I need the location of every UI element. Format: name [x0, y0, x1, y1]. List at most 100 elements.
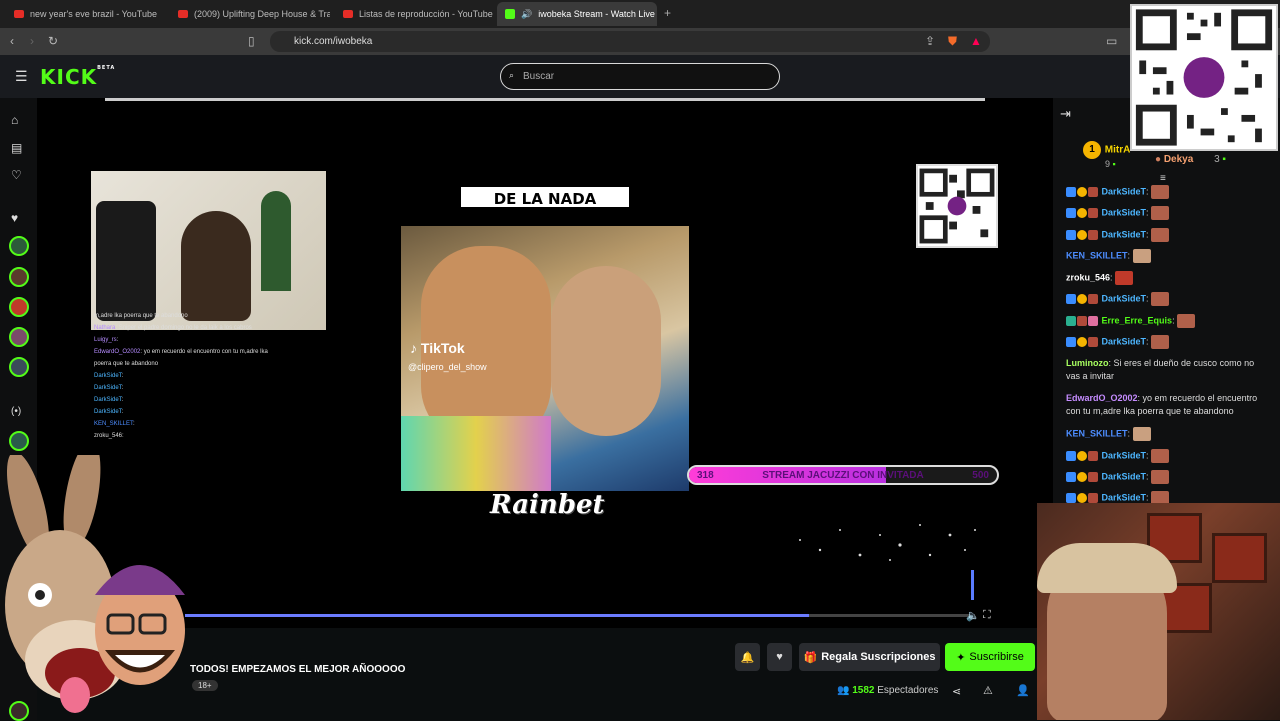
tab-youtube-1[interactable]: new year's eve brazil - YouTube — [6, 2, 166, 26]
rank-one-icon: 1 — [1083, 141, 1101, 159]
age-tag[interactable]: 18+ — [192, 680, 218, 691]
live-radio-icon[interactable]: (•) — [11, 406, 21, 417]
emote-icon — [1151, 470, 1170, 484]
reload-icon[interactable]: ↻ — [48, 34, 58, 48]
overlay-chat-line: m,adre lka poerra que te abandono — [94, 313, 188, 319]
mod-badge-icon — [1066, 451, 1076, 461]
follow-button[interactable]: ♥ — [767, 643, 792, 671]
leader-name: MitrA — [1104, 144, 1131, 156]
channel-avatar[interactable] — [9, 431, 29, 451]
search-input[interactable]: ⌕ Buscar — [500, 63, 780, 90]
sub-badge-icon — [1077, 472, 1087, 482]
overlay-chat: m,adre lka poerra que te abandono Nathar… — [94, 310, 274, 442]
mod-badge-icon — [1066, 337, 1076, 347]
streamer-figure — [181, 211, 251, 321]
tiktok-clip — [401, 226, 689, 491]
tab-kick-active[interactable]: 🔊 iwobeka Stream - Watch Live ✕ — [497, 2, 657, 26]
subscribe-button[interactable]: ✦ Suscribirse — [945, 643, 1035, 671]
tiktok-watermark: ♪ TikTok — [410, 340, 465, 356]
forward-icon[interactable]: › — [30, 34, 34, 48]
gift-subscriptions-button[interactable]: 🎁 Regala Suscripciones — [799, 643, 940, 671]
speaker-icon: 🔊 — [521, 8, 533, 19]
gift-icon: ▪ — [1112, 159, 1116, 169]
yape-qr-code — [916, 164, 998, 248]
fullscreen-icon[interactable]: ⛶ — [983, 609, 991, 622]
leaderboard-second: ● Dekya 3 ▪ — [1155, 154, 1226, 165]
gifter-badge-icon — [1088, 230, 1098, 240]
playback-progress-fill — [185, 614, 810, 617]
gift-icon: ▪ — [1222, 154, 1226, 165]
overlay-chat-line: Nathara: Sniper el padre domingo no le d… — [94, 325, 252, 331]
brave-shield-icon[interactable]: ⛊ — [948, 34, 957, 49]
rewards-icon[interactable]: ▲ — [970, 34, 982, 48]
stream-headline: DE LA NADA ZUMBA — [459, 185, 631, 232]
bell-icon: 🔔 — [740, 651, 755, 664]
hamburger-menu-icon[interactable]: ☰ — [15, 68, 28, 85]
chat-message: DarkSideT: — [1066, 206, 1266, 220]
overlay-top-bar — [105, 98, 985, 101]
browse-icon[interactable]: ▤ — [11, 141, 22, 155]
tab-title: (2009) Uplifting Deep House & Trance — [194, 9, 330, 19]
new-tab-button[interactable]: + — [664, 6, 671, 20]
emote-icon — [1151, 449, 1170, 463]
url-text: kick.com/iwobeka — [294, 36, 373, 47]
pinned-menu-icon[interactable]: ≡ — [1160, 173, 1166, 184]
following-icon[interactable]: ♡ — [11, 168, 22, 182]
overlay-chat-line: DarkSideT: — [94, 385, 124, 391]
kick-logo[interactable]: KICKBETA — [40, 65, 115, 89]
tab-youtube-2[interactable]: (2009) Uplifting Deep House & Trance — [170, 2, 330, 26]
home-icon[interactable]: ⌂ — [11, 113, 18, 127]
back-icon[interactable]: ‹ — [10, 34, 14, 48]
notifications-button[interactable]: 🔔 — [735, 643, 760, 671]
sidebar-toggle-icon[interactable]: ▭ — [1106, 34, 1117, 48]
heart-icon: ♥ — [776, 651, 783, 663]
sub-badge-icon — [1077, 493, 1087, 503]
leader-count: 3 — [1214, 154, 1220, 165]
stream-title: TODOS! EMPEZAMOS EL MEJOR AÑOOOOO — [190, 664, 406, 675]
sub-badge-icon — [1077, 187, 1087, 197]
sub-badge-icon — [1077, 451, 1087, 461]
chat-message: Luminozo: Si eres el dueño de cusco como… — [1066, 358, 1255, 381]
chat-message: DarkSideT: — [1066, 335, 1266, 349]
gifter-badge-icon — [1088, 451, 1098, 461]
gift-label: Regala Suscripciones — [821, 651, 936, 663]
share-icon[interactable]: ⇪ — [925, 34, 935, 48]
tiktok-username: @clipero_del_show — [408, 362, 487, 372]
youtube-icon — [343, 10, 353, 18]
gifter-badge-icon — [1088, 294, 1098, 304]
subscribe-label: Suscribirse — [969, 651, 1024, 663]
bookmark-icon[interactable]: ▯ — [248, 34, 255, 48]
gaming-chair — [96, 201, 156, 321]
url-field[interactable]: kick.com/iwobeka — [270, 31, 990, 52]
playback-progress-bar[interactable] — [185, 614, 975, 617]
collapse-chat-icon[interactable]: ⇥ — [1060, 106, 1071, 122]
chat-message: zroku_546: — [1066, 271, 1266, 285]
overlay-chat-line: KEN_SKILLET: — [94, 421, 135, 427]
sub-badge-icon — [1077, 230, 1087, 240]
gift-badge-icon — [1088, 316, 1098, 326]
channel-avatar[interactable] — [9, 327, 29, 347]
emote-icon — [1132, 427, 1151, 441]
volume-slider[interactable] — [971, 570, 974, 600]
address-bar-row: ‹ › ↻ ▯ kick.com/iwobeka ⇪ ⛊ ▲ ▭ — [0, 28, 1280, 55]
chat-message: DarkSideT: — [1066, 292, 1266, 306]
mod-badge-icon — [1066, 472, 1076, 482]
search-icon: ⌕ — [509, 70, 515, 80]
tab-youtube-3[interactable]: Listas de reproducción - YouTube — [335, 2, 495, 26]
favorite-icon[interactable]: ♥ — [11, 211, 18, 225]
channel-avatar[interactable] — [9, 357, 29, 377]
report-icon[interactable]: ⚠ — [983, 684, 993, 697]
vip-badge-icon — [1066, 316, 1076, 326]
volume-icon[interactable]: 🔈 — [966, 609, 980, 622]
emote-icon — [1151, 335, 1170, 349]
share-icon[interactable]: ⋖ — [952, 685, 961, 698]
kick-icon — [505, 9, 515, 19]
emote-icon — [1151, 185, 1170, 199]
channel-avatar[interactable] — [9, 297, 29, 317]
profile-icon[interactable]: 👤 — [1016, 684, 1030, 697]
star-icon: ✦ — [956, 651, 966, 664]
sub-badge-icon — [1077, 208, 1087, 218]
streamer-cap — [1037, 543, 1177, 593]
channel-avatar[interactable] — [9, 236, 29, 256]
channel-avatar[interactable] — [9, 267, 29, 287]
